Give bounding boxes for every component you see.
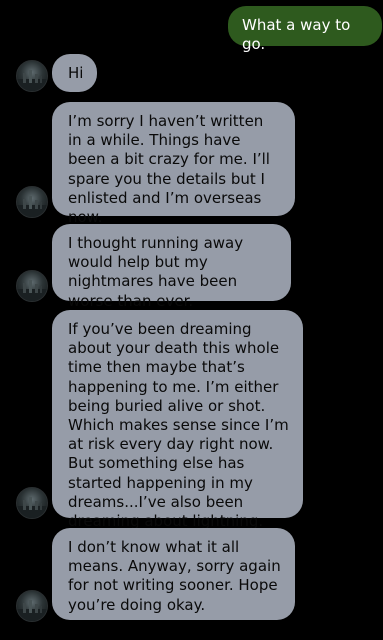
avatar-image [17,280,47,301]
avatar-image [17,497,47,518]
incoming-message-bubble[interactable]: I thought running away would help but my… [52,224,291,310]
message-text: I’m sorry I haven’t written in a while. … [68,112,270,227]
message-text: I don’t know what it all means. Anyway, … [68,538,281,614]
message-thread: What a way to go. Hi I’m sorry I haven’t… [0,0,383,640]
message-text: If you’ve been dreaming about your death… [68,320,289,531]
outgoing-message-bubble[interactable]: What a way to go. [228,6,382,53]
incoming-message-bubble[interactable]: I’m sorry I haven’t written in a while. … [52,102,295,226]
incoming-message-bubble[interactable]: Hi [52,54,97,92]
message-text: What a way to go. [242,16,351,54]
contact-avatar-icon[interactable] [16,186,48,218]
contact-avatar-icon[interactable] [16,487,48,519]
contact-avatar-icon[interactable] [16,590,48,622]
avatar-image [17,70,47,91]
incoming-message-bubble[interactable]: I don’t know what it all means. Anyway, … [52,528,295,620]
message-text: I thought running away would help but my… [68,234,244,310]
contact-avatar-icon[interactable] [16,60,48,92]
incoming-message-bubble[interactable]: If you’ve been dreaming about your death… [52,310,303,530]
avatar-image [17,196,47,217]
contact-avatar-icon[interactable] [16,270,48,302]
message-text: Hi [68,64,84,82]
avatar-image [17,600,47,621]
